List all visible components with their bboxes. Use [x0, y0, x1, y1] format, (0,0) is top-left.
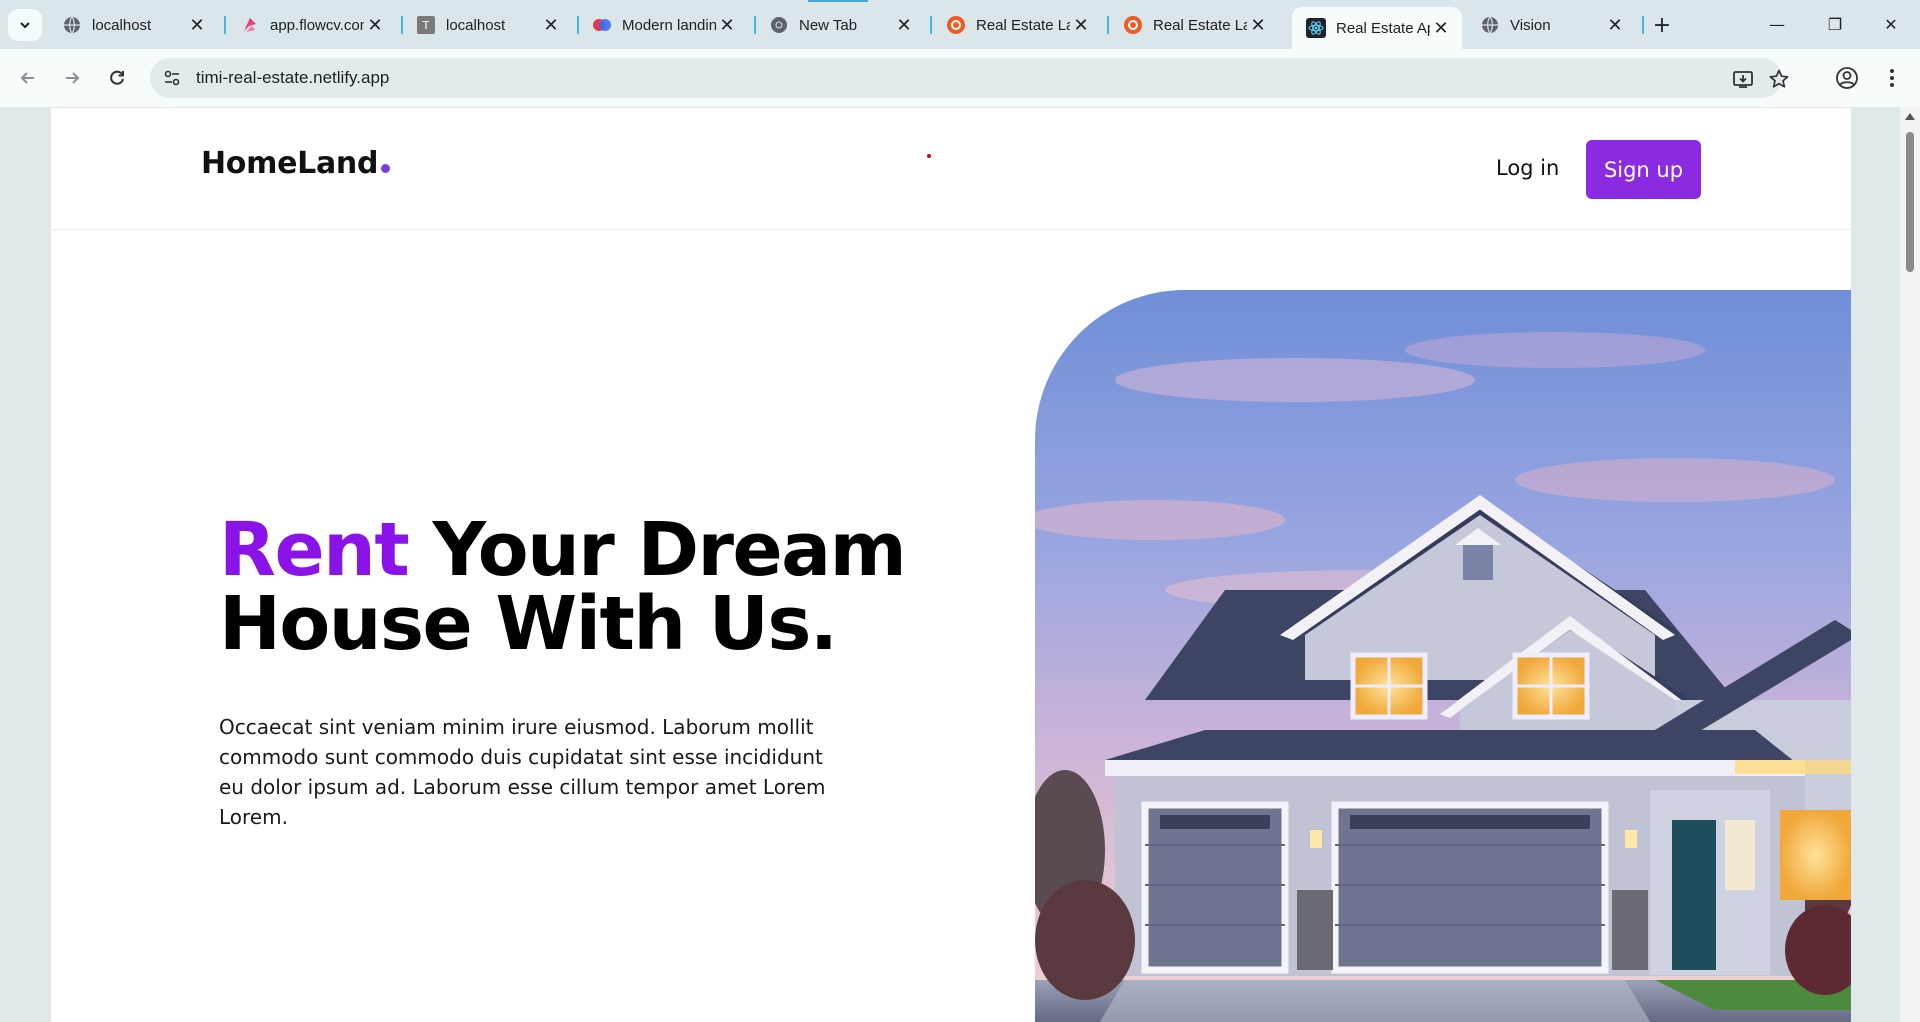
tab-title: localhost [92, 16, 152, 34]
react-icon [1306, 18, 1326, 38]
minimize-icon: — [1769, 14, 1785, 34]
site-logo[interactable]: HomeLand [201, 146, 391, 181]
tab-strip: localhost ✕ app.flowcv.com ✕ T localhost… [0, 0, 1920, 49]
page-viewport: HomeLand Log in Sign up Rent Your Dream … [0, 107, 1920, 1022]
close-icon: ✕ [1884, 14, 1898, 34]
arrow-right-icon [66, 72, 80, 84]
tab-title: Real Estate Ap [1336, 19, 1430, 37]
close-icon[interactable]: ✕ [1430, 17, 1452, 39]
close-icon[interactable]: ✕ [186, 14, 208, 36]
close-icon[interactable]: ✕ [1070, 14, 1092, 36]
account-icon [1836, 67, 1858, 89]
chevron-down-icon [20, 22, 30, 29]
browser-tab[interactable]: localhost ✕ [48, 7, 218, 43]
hero-title: Rent Your Dream House With Us. [219, 513, 919, 661]
restore-button[interactable]: ❐ [1806, 0, 1864, 48]
logo-text: HomeLand [201, 146, 379, 181]
browser-tab[interactable]: Real Estate La ✕ [932, 7, 1102, 43]
landing-page: HomeLand Log in Sign up Rent Your Dream … [51, 107, 1851, 1022]
tab-title: Modern landing [622, 16, 716, 34]
more-vert-icon [1890, 69, 1894, 87]
install-icon [1733, 71, 1753, 88]
close-icon[interactable]: ✕ [893, 14, 915, 36]
tab-title: localhost [446, 16, 506, 34]
browser-tab[interactable]: T localhost ✕ [402, 7, 572, 43]
browser-tab[interactable]: Vision ✕ [1466, 7, 1636, 43]
browser-toolbar: timi-real-estate.netlify.app [0, 49, 1920, 107]
login-link[interactable]: Log in [1496, 156, 1559, 180]
close-icon[interactable]: ✕ [1247, 14, 1269, 36]
arrow-left-icon [20, 72, 34, 84]
restore-icon: ❐ [1827, 14, 1843, 34]
forward-button[interactable] [56, 62, 88, 94]
browser-tab[interactable]: app.flowcv.com ✕ [226, 7, 396, 43]
close-icon[interactable]: ✕ [364, 14, 386, 36]
url-text[interactable]: timi-real-estate.netlify.app [196, 68, 389, 88]
tab-search-button[interactable] [8, 9, 42, 41]
reload-button[interactable] [101, 62, 133, 94]
letter-t-icon: T [416, 15, 436, 35]
back-button[interactable] [12, 62, 44, 94]
hero-house-image [1035, 290, 1851, 1022]
tab-loading-indicator [808, 0, 868, 2]
address-bar[interactable]: timi-real-estate.netlify.app [150, 58, 1789, 98]
reload-icon [110, 70, 124, 85]
browser-tab[interactable]: Modern landing ✕ [578, 7, 748, 43]
signup-button[interactable]: Sign up [1586, 140, 1701, 199]
plus-icon: + [1652, 12, 1672, 38]
red-dot [927, 154, 931, 158]
install-app-button[interactable] [1732, 68, 1754, 90]
close-icon[interactable]: ✕ [716, 14, 738, 36]
globe-icon [1480, 15, 1500, 35]
tab-title: Real Estate La [1153, 16, 1247, 34]
brave-icon [1123, 15, 1143, 35]
menu-button[interactable] [1879, 65, 1905, 91]
new-tab-button[interactable]: + [1648, 11, 1676, 39]
brave-icon [946, 15, 966, 35]
bookmark-button[interactable] [1768, 68, 1790, 90]
two-dots-icon [592, 15, 612, 35]
tab-title: New Tab [799, 16, 858, 34]
star-icon [1769, 69, 1789, 88]
browser-tab[interactable]: New Tab ✕ [755, 7, 925, 43]
tab-title: Real Estate La [976, 16, 1070, 34]
svg-text:T: T [422, 19, 430, 32]
site-info-icon[interactable] [162, 68, 182, 88]
close-icon[interactable]: ✕ [540, 14, 562, 36]
minimize-button[interactable]: — [1748, 0, 1806, 48]
tab-separator [1642, 16, 1644, 34]
tab-title: app.flowcv.com [270, 16, 364, 34]
scrollbar-thumb[interactable] [1906, 132, 1914, 272]
site-header: HomeLand Log in Sign up [51, 108, 1851, 230]
browser-tab-active[interactable]: Real Estate Ap ✕ [1292, 7, 1462, 49]
logo-dot [381, 164, 391, 173]
tab-title: Vision [1510, 16, 1551, 34]
globe-icon [62, 15, 82, 35]
close-icon[interactable]: ✕ [1604, 14, 1626, 36]
browser-tab[interactable]: Real Estate La ✕ [1109, 7, 1279, 43]
profile-button[interactable] [1834, 65, 1860, 91]
scroll-up-arrow-icon[interactable] [1905, 113, 1915, 120]
chrome-icon [769, 15, 789, 35]
flowcv-icon [240, 15, 260, 35]
close-window-button[interactable]: ✕ [1862, 0, 1920, 48]
hero-description: Occaecat sint veniam minim irure eiusmod… [219, 715, 826, 829]
page-scrollbar[interactable] [1900, 107, 1920, 1022]
